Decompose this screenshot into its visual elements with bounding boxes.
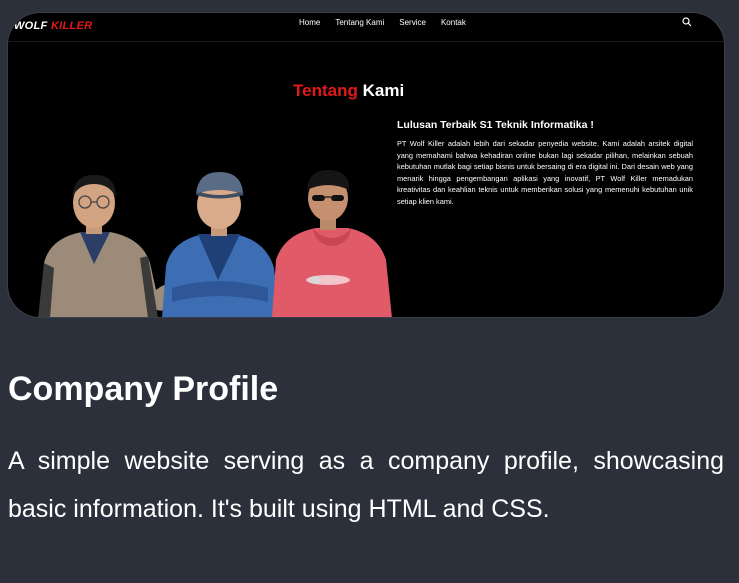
team-photo [38, 170, 392, 317]
nav-link-home[interactable]: Home [299, 18, 320, 27]
section-title-accent: Tentang [293, 81, 358, 100]
preview-subtitle: Lulusan Terbaik S1 Teknik Informatika ! [397, 119, 594, 131]
preview-logo[interactable]: WOLF KILLER [14, 20, 92, 32]
section-title-rest: Kami [362, 81, 405, 100]
nav-link-tentang-kami[interactable]: Tentang Kami [335, 18, 384, 27]
logo-part-wolf: WOLF [14, 20, 48, 32]
search-icon[interactable] [681, 16, 693, 28]
project-preview-card[interactable]: WOLF KILLER Home Tentang Kami Service Ko… [8, 13, 724, 317]
logo-part-killer: KILLER [50, 20, 93, 32]
project-title: Company Profile [8, 370, 279, 408]
preview-navbar: WOLF KILLER Home Tentang Kami Service Ko… [8, 13, 724, 42]
nav-link-service[interactable]: Service [399, 18, 426, 27]
preview-paragraph: PT Wolf Killer adalah lebih dari sekadar… [397, 139, 693, 206]
preview-nav-menu: Home Tentang Kami Service Kontak [299, 18, 466, 27]
nav-link-kontak[interactable]: Kontak [441, 18, 466, 27]
project-description: A simple website serving as a company pr… [8, 447, 724, 523]
